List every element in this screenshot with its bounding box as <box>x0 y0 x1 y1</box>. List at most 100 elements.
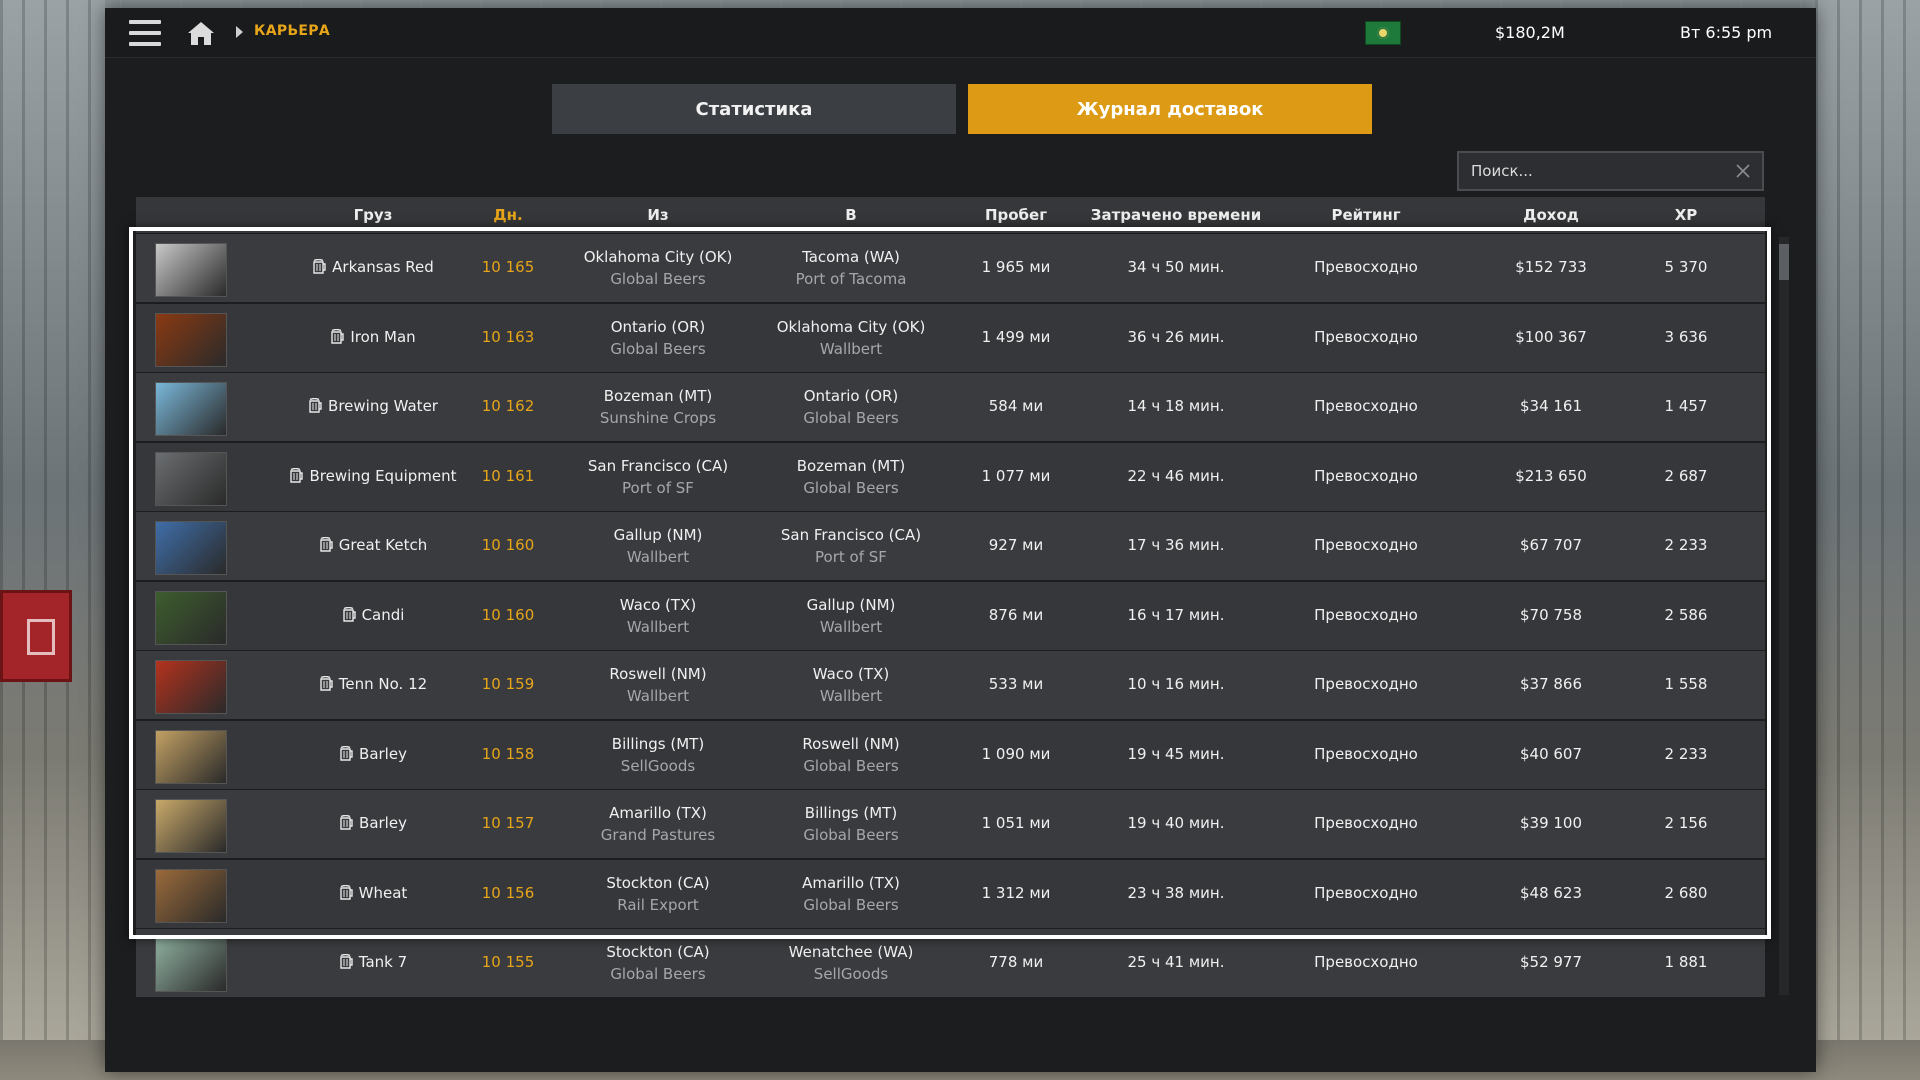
distance-cell: 1 090 ми <box>981 744 1051 763</box>
to-city: Wenatchee (WA) <box>788 943 914 961</box>
to-company: Global Beers <box>803 895 899 914</box>
rating-cell: Превосходно <box>1314 536 1418 554</box>
from-city: Ontario (OR) <box>610 317 706 336</box>
from-company: Global Beers <box>610 270 706 288</box>
money-balance: $180,2M <box>1495 23 1565 42</box>
clear-search-icon[interactable] <box>1734 162 1752 180</box>
time-cell: 14 ч 18 мин. <box>1127 397 1225 415</box>
income-cell: $39 100 <box>1519 814 1583 832</box>
to-city: Tacoma (WA) <box>802 248 900 266</box>
tab-delivery-log[interactable]: Журнал доставок <box>968 84 1372 134</box>
distance-cell: 1 312 ми <box>981 883 1051 902</box>
cargo-name: Wheat <box>358 883 408 902</box>
home-icon[interactable] <box>187 20 215 46</box>
table-row[interactable]: Great Ketch 10 160 Gallup (NM) Wallbert San … <box>136 512 1765 580</box>
beer-cargo-icon <box>313 259 326 274</box>
rating-cell: Превосходно <box>1314 466 1418 485</box>
column-header-distance[interactable]: Пробег <box>961 206 1071 224</box>
breadcrumb-arrow-icon <box>236 26 243 38</box>
distance-cell: 778 ми <box>988 953 1044 971</box>
xp-cell: 1 881 <box>1664 953 1708 971</box>
cargo-thumbnail <box>155 243 227 297</box>
cargo-cell: Tank 7 <box>256 953 491 971</box>
cargo-thumbnail <box>155 451 227 506</box>
to-city: Roswell (NM) <box>802 734 900 753</box>
search-input[interactable] <box>1459 153 1729 189</box>
cargo-name: Brewing Water <box>328 397 438 415</box>
beer-cargo-icon <box>340 954 353 969</box>
table-header: Груз Дн. Из В Пробег Затрачено времени Р… <box>136 197 1765 233</box>
distance-cell: 1 051 ми <box>981 814 1051 832</box>
column-header-rating[interactable]: Рейтинг <box>1286 206 1446 224</box>
xp-cell: 2 680 <box>1664 883 1708 902</box>
to-city: Amarillo (TX) <box>802 873 900 892</box>
table-row[interactable]: Tenn No. 12 10 159 Roswell (NM) Wallbert Wac… <box>136 651 1765 719</box>
from-city: Roswell (NM) <box>609 665 707 683</box>
beer-cargo-icon <box>340 745 353 761</box>
cargo-name: Tank 7 <box>358 953 408 971</box>
table-row[interactable]: Barley 10 157 Amarillo (TX) Grand Pastures B… <box>136 790 1765 858</box>
beer-cargo-icon <box>290 467 304 483</box>
distance-cell: 533 ми <box>988 675 1044 693</box>
from-company: Wallbert <box>626 548 690 566</box>
column-header-income[interactable]: Доход <box>1476 206 1626 224</box>
from-company: Port of SF <box>622 478 694 497</box>
column-header-from[interactable]: Из <box>568 206 748 224</box>
cargo-thumbnail <box>155 312 227 367</box>
to-city: Ontario (OR) <box>803 387 899 405</box>
beer-cargo-icon <box>320 537 333 552</box>
to-company: Wallbert <box>819 339 883 358</box>
column-header-day[interactable]: Дн. <box>468 206 548 224</box>
day-cell: 10 165 <box>481 258 535 276</box>
column-header-time[interactable]: Затрачено времени <box>1076 206 1276 224</box>
day-cell: 10 161 <box>481 466 535 485</box>
income-cell: $70 758 <box>1519 605 1583 624</box>
game-clock: Вт 6:55 pm <box>1680 23 1773 42</box>
cargo-name: Barley <box>359 744 407 763</box>
cargo-thumbnail <box>155 938 227 992</box>
income-cell: $34 161 <box>1519 397 1583 415</box>
to-cell: Amarillo (TX) Global Beers <box>756 874 946 914</box>
to-city: Gallup (NM) <box>806 595 896 614</box>
from-city: Billings (MT) <box>611 734 705 753</box>
distance-cell: 927 ми <box>988 536 1044 554</box>
table-row[interactable]: Iron Man 10 163 Ontario (OR) Global Beers Ok… <box>136 303 1765 372</box>
table-row[interactable]: Brewing Equipment 10 161 San Francisco (CA… <box>136 442 1765 511</box>
to-company: Wallbert <box>819 687 883 705</box>
from-cell: Billings (MT) SellGoods <box>568 735 748 775</box>
from-company: Sunshine Crops <box>599 409 717 427</box>
to-city: Bozeman (MT) <box>796 456 906 475</box>
background-right <box>1815 0 1920 1080</box>
rating-cell: Превосходно <box>1314 814 1418 832</box>
cargo-name: Tenn No. 12 <box>338 675 428 693</box>
distance-cell: 1 965 ми <box>981 258 1051 276</box>
column-header-xp[interactable]: XP <box>1636 206 1736 224</box>
table-row[interactable]: Tank 7 10 155 Stockton (CA) Global Beers Wen… <box>136 929 1765 997</box>
cargo-cell: Barley <box>256 745 491 763</box>
table-row[interactable]: Brewing Water 10 162 Bozeman (MT) Sunshine … <box>136 373 1765 441</box>
table-row[interactable]: Wheat 10 156 Stockton (CA) Rail Export Amari… <box>136 859 1765 928</box>
scrollbar-track[interactable] <box>1779 237 1789 995</box>
time-cell: 36 ч 26 мин. <box>1127 327 1225 346</box>
rating-cell: Превосходно <box>1314 327 1418 346</box>
rating-cell: Превосходно <box>1314 397 1418 415</box>
column-header-cargo[interactable]: Груз <box>293 206 453 224</box>
hamburger-menu-icon[interactable] <box>129 20 161 46</box>
distance-cell: 1 077 ми <box>981 466 1051 485</box>
day-cell: 10 162 <box>481 397 535 415</box>
from-city: Oklahoma City (OK) <box>583 248 733 266</box>
income-cell: $40 607 <box>1519 744 1583 763</box>
to-cell: Waco (TX) Wallbert <box>756 665 946 705</box>
scrollbar-thumb[interactable] <box>1779 244 1789 280</box>
from-company: Wallbert <box>626 617 690 636</box>
table-row[interactable]: Barley 10 158 Billings (MT) SellGoods Roswel… <box>136 720 1765 789</box>
beer-cargo-icon <box>309 398 322 413</box>
table-row[interactable]: Arkansas Red 10 165 Oklahoma City (OK) Glob… <box>136 234 1765 302</box>
table-row[interactable]: Candi 10 160 Waco (TX) Wallbert Gallup (NM) W… <box>136 581 1765 650</box>
distance-cell: 1 499 ми <box>981 327 1051 346</box>
cargo-thumbnail <box>155 590 227 645</box>
tab-statistics[interactable]: Статистика <box>552 84 956 134</box>
breadcrumb[interactable]: КАРЬЕРА <box>254 23 330 39</box>
from-cell: Ontario (OR) Global Beers <box>568 318 748 358</box>
column-header-to[interactable]: В <box>756 206 946 224</box>
